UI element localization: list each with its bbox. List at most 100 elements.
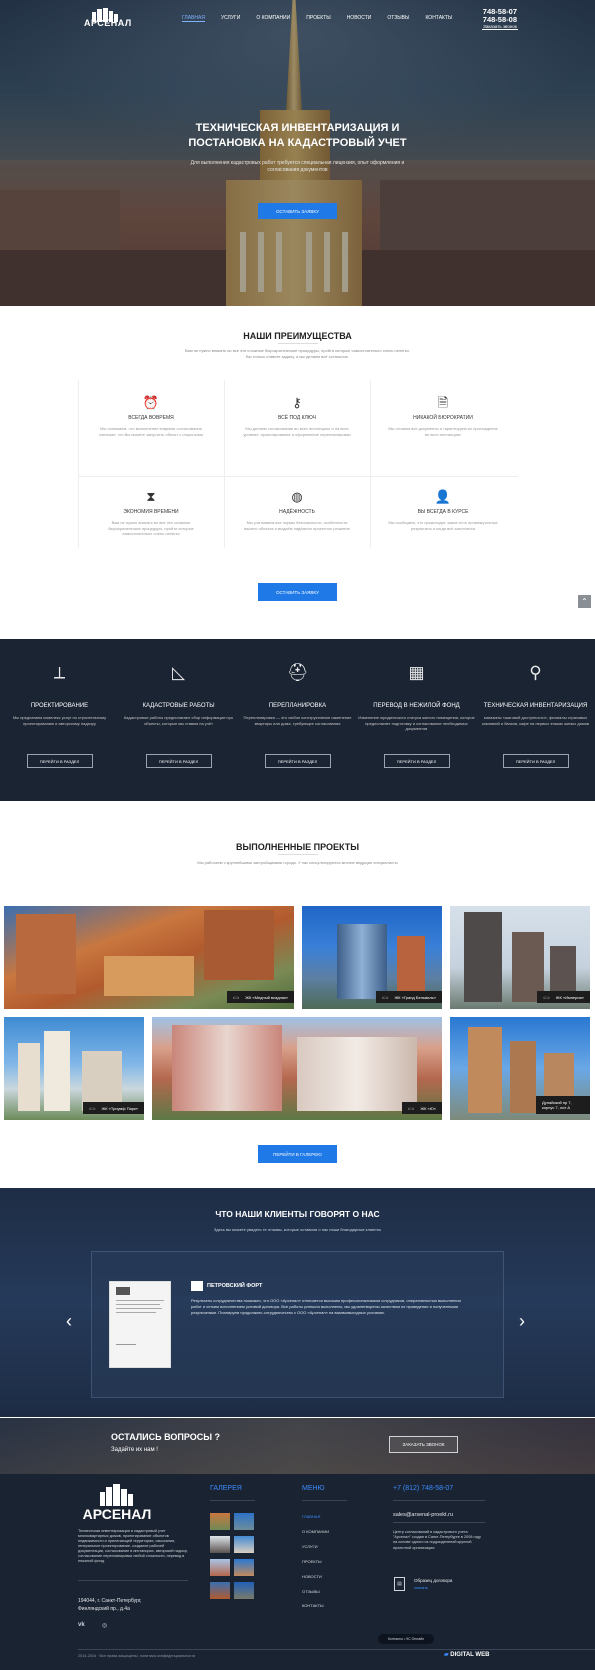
link-icon: ⊂⊃: [381, 994, 389, 1000]
footer-contract-title: Образец договора: [414, 1578, 453, 1583]
footer-gallery-thumb[interactable]: [234, 1536, 254, 1553]
cta-callback-button[interactable]: ЗАКАЗАТЬ ЗВОНОК: [389, 1436, 458, 1453]
advantage-item: ⧗ ЭКОНОМИЯ ВРЕМЕНИ Вам не нужно вникать …: [78, 489, 224, 537]
nav-item-news[interactable]: НОВОСТИ: [347, 15, 372, 22]
nav-item-services[interactable]: УСЛУГИ: [221, 15, 240, 22]
link-icon: ⊂⊃: [407, 1105, 415, 1111]
link-icon: ⊂⊃: [543, 994, 550, 1000]
projects-title: ВЫПОЛНЕННЫЕ ПРОЕКТЫ: [235, 842, 360, 852]
chevron-right-icon[interactable]: ›: [519, 1311, 525, 1332]
project-photo[interactable]: ⊂⊃ ЖК «Империя»: [450, 906, 590, 1009]
project-label: ⊂⊃ ЖК «Империя»: [537, 991, 590, 1003]
footer-email[interactable]: sales@arsenal-proekt.ru: [393, 1512, 453, 1518]
phone-2[interactable]: 748-58-08: [483, 15, 517, 24]
inspector-icon: ⚲: [529, 663, 542, 682]
service-more-button[interactable]: ПЕРЕЙТИ В РАЗДЕЛ: [145, 754, 212, 768]
footer-menu-title: МЕНЮ: [302, 1485, 325, 1492]
project-photo[interactable]: Дунайский пр 7, корпус 7, лит А: [450, 1017, 590, 1120]
worker-icon: ⛑: [286, 663, 309, 682]
callback-link[interactable]: Заказать звонок: [482, 24, 518, 30]
online-chat-badge[interactable]: Контакты • 9С Онлайн: [378, 1634, 434, 1644]
hourglass-icon: ⧗: [146, 489, 156, 504]
project-photo[interactable]: ⊂⊃ ЖК «Ю»: [152, 1017, 442, 1120]
service-item: ⚲ ТЕХНИЧЕСКАЯ ИНВЕНТАРИЗАЦИЯ магазины «ш…: [476, 662, 595, 768]
service-item: ⛑ ПЕРЕПЛАНИРОВКА Перепланировка — это лю…: [238, 662, 357, 768]
hero-section: [0, 0, 595, 306]
gallery-button[interactable]: ПЕРЕЙТИ В ГАЛЕРЕЮ: [258, 1145, 337, 1163]
footer-menu-about[interactable]: О КОМПАНИИ: [302, 1529, 329, 1534]
nav-item-reviews[interactable]: ОТЗЫВЫ: [387, 15, 409, 22]
footer-gallery-thumb[interactable]: [210, 1559, 230, 1576]
document-stamp-icon: 🗎: [437, 395, 449, 410]
footer-menu-reviews[interactable]: ОТЗЫВЫ: [302, 1589, 320, 1594]
drafting-tools-icon: ⟂: [53, 663, 66, 682]
developer-logo[interactable]: ▰ DIGITAL WEB: [444, 1651, 489, 1658]
footer-menu-news[interactable]: НОВОСТИ: [302, 1574, 322, 1579]
advantage-item: ⚷ ВСЁ ПОД КЛЮЧ Мы делаем согласования во…: [224, 395, 370, 437]
project-label: ⊂⊃ ЖК «Медный всадник»: [226, 991, 294, 1003]
service-item: ◺ КАДАСТРОВЫЕ РАБОТЫ Кадастровые работы …: [119, 662, 238, 768]
nav-item-home[interactable]: ГЛАВНАЯ: [182, 15, 205, 22]
key-icon: ⚷: [292, 395, 302, 410]
footer-gallery-thumb[interactable]: [234, 1513, 254, 1530]
vk-icon[interactable]: vk: [78, 1622, 85, 1628]
main-nav: ГЛАВНАЯ УСЛУГИ О КОМПАНИИ ПРОЕКТЫ НОВОСТ…: [182, 15, 468, 22]
footer-phone[interactable]: +7 (812) 748-58-07: [393, 1485, 453, 1492]
footer-gallery-thumb[interactable]: [210, 1536, 230, 1553]
footer-menu-projects[interactable]: ПРОЕКТЫ: [302, 1559, 322, 1564]
footer: [0, 1474, 595, 1670]
service-more-button[interactable]: ПЕРЕЙТИ В РАЗДЕЛ: [26, 754, 93, 768]
footer-copyright: 2014-2016 · Все права защищены, политика…: [78, 1654, 196, 1658]
nav-item-about[interactable]: О КОМПАНИИ: [256, 15, 290, 22]
project-label: ⊂⊃ ЖК «Гранд Бельвиль»: [375, 991, 442, 1003]
reviews-subtitle: Здесь вы можете увидеть те отзывы, котор…: [213, 1227, 382, 1232]
footer-gallery-thumb[interactable]: [210, 1582, 230, 1599]
logo-text: АРСЕНАЛ: [84, 18, 132, 28]
footer-contract-download-link[interactable]: скачать: [414, 1585, 428, 1590]
footer-address-line1: 194044, г. Санкт-Петербург,: [78, 1598, 142, 1604]
service-item: ⟂ ПРОЕКТИРОВАНИЕ Мы предлагаем комплекс …: [0, 662, 119, 768]
advantage-item: ◍ НАДЁЖНОСТЬ Мы учитываем все нормы безо…: [224, 489, 370, 531]
footer-menu-services[interactable]: УСЛУГИ: [302, 1544, 318, 1549]
cta-title: ОСТАЛИСЬ ВОПРОСЫ ?: [111, 1432, 221, 1442]
review-company: ПЕТРОВСКИЙ ФОРТ: [207, 1283, 263, 1289]
advantages-request-button[interactable]: ОСТАВИТЬ ЗАЯВКУ: [258, 583, 337, 601]
alarm-clock-icon: ⏰: [142, 395, 160, 410]
review-letter-image[interactable]: [109, 1281, 171, 1368]
link-icon: ⊂⊃: [88, 1105, 96, 1111]
footer-menu-home[interactable]: ГЛАВНАЯ: [302, 1514, 320, 1519]
footer-gallery-thumb[interactable]: [234, 1559, 254, 1576]
footer-gallery-thumb[interactable]: [210, 1513, 230, 1530]
advantage-item: 🗎 НИКАКОЙ БЮРОКРАТИИ Мы готовим все доку…: [370, 395, 516, 437]
instagram-icon[interactable]: ◎: [102, 1622, 107, 1629]
footer-menu-contacts[interactable]: КОНТАКТЫ: [302, 1603, 324, 1608]
service-more-button[interactable]: ПЕРЕЙТИ В РАЗДЕЛ: [264, 754, 331, 768]
nav-item-projects[interactable]: ПРОЕКТЫ: [306, 15, 330, 22]
floor-plan-icon: ▦: [408, 663, 425, 682]
hero-request-button[interactable]: ОСТАВИТЬ ЗАЯВКУ: [258, 203, 337, 219]
project-label: ⊂⊃ ЖК «Триумф Парк»: [82, 1102, 144, 1114]
project-label: Дунайский пр 7, корпус 7, лит А: [536, 1096, 590, 1114]
advantages-subtitle: Вам не нужно вникать во все эти сложные …: [184, 348, 411, 359]
reviews-title: ЧТО НАШИ КЛИЕНТЫ ГОВОРЯТ О НАС: [215, 1209, 380, 1219]
advantage-item: 👤 ВЫ ВСЕГДА В КУРСЕ Мы сообщаем, что про…: [370, 489, 516, 531]
scroll-top-button[interactable]: ⌃: [578, 595, 591, 608]
footer-gallery-thumb[interactable]: [234, 1582, 254, 1599]
project-photo[interactable]: ⊂⊃ ЖК «Медный всадник»: [4, 906, 294, 1009]
project-photo[interactable]: ⊂⊃ ЖК «Гранд Бельвиль»: [302, 906, 442, 1009]
chevron-left-icon[interactable]: ‹: [66, 1311, 72, 1332]
service-more-button[interactable]: ПЕРЕЙТИ В РАЗДЕЛ: [383, 754, 450, 768]
footer-address-line2: Финляндский пр., д.4а: [78, 1606, 130, 1612]
cta-subtitle: Задайте их нам !: [111, 1447, 158, 1453]
footer-company-text: Центр согласований и кадастрового учета …: [393, 1530, 481, 1550]
developer-logo-icon: ▰: [444, 1652, 449, 1658]
footer-logo-text: АРСЕНАЛ: [82, 1506, 152, 1522]
project-photo[interactable]: ⊂⊃ ЖК «Триумф Парк»: [4, 1017, 144, 1120]
link-icon: ⊂⊃: [232, 994, 240, 1000]
projects-subtitle: Мы работаем с крупнейшими застройщиками …: [197, 860, 398, 865]
footer-logo-buildings-icon: [100, 1484, 133, 1506]
service-more-button[interactable]: ПЕРЕЙТИ В РАЗДЕЛ: [502, 754, 569, 768]
project-label: ⊂⊃ ЖК «Ю»: [401, 1102, 442, 1114]
service-item: ▦ ПЕРЕВОД В НЕЖИЛОЙ ФОНД Изменение юриди…: [357, 662, 476, 768]
nav-item-contacts[interactable]: КОНТАКТЫ: [425, 15, 452, 22]
